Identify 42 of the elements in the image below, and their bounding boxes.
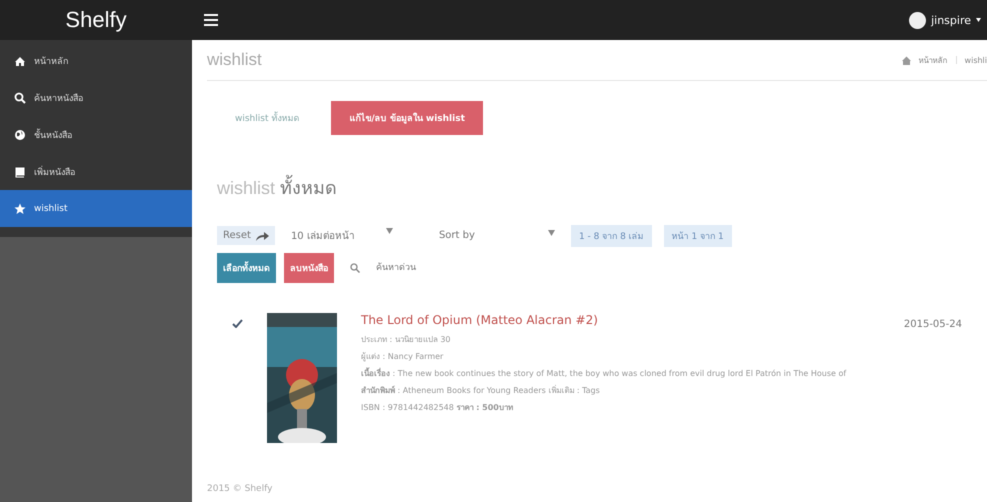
tab[interactable]: wishlist ทั้งหมด: [217, 101, 318, 135]
breadcrumb-link[interactable]: wishli: [964, 56, 987, 64]
sidebar-item[interactable]: ชั้นหนังสือ: [0, 116, 192, 153]
sort-dropdown[interactable]: Sort by: [408, 226, 559, 245]
book-detail: ประเภท : นวนิยายแปล 30: [361, 334, 452, 346]
date-text: 2015-05-24: [904, 319, 962, 330]
checkmark-icon[interactable]: [232, 319, 242, 328]
home-icon: [14, 54, 26, 66]
caret-icon: [548, 230, 555, 236]
section-heading: wishlist ทั้งหมด: [217, 173, 987, 202]
range-label: 1 - 8 จาก 8 เล่ม: [570, 224, 652, 246]
sidebar-item[interactable]: ค้นหาหนังสือ: [0, 79, 192, 116]
caret-icon: [386, 228, 393, 234]
home-icon: [902, 56, 911, 64]
page-label: หน้า 1 จาก 1: [664, 224, 732, 246]
brand-logo[interactable]: Shelfy: [0, 7, 192, 33]
sidebar-item[interactable]: wishlist: [0, 190, 192, 227]
user-menu[interactable]: jinspire: [903, 10, 987, 30]
share-arrow-icon: [254, 230, 269, 240]
delete-button[interactable]: ลบหนังสือ: [284, 253, 334, 283]
search-icon: [350, 263, 360, 273]
book-detail: ผู้แต่ง : Nancy Farmer: [361, 351, 444, 363]
star-icon: [14, 202, 26, 214]
page-title: wishlist: [207, 50, 262, 70]
sidebar-item[interactable]: หน้าหลัก: [0, 42, 192, 79]
search-icon: [14, 92, 26, 104]
book-detail: สำนักพิมพ์ : Atheneum Books for Young Readers เพิ่มเติม : Tags: [361, 384, 601, 397]
sidebar-item[interactable]: เพิ่มหนังสือ: [0, 153, 192, 190]
book-detail: เนื้อเรื่อง : The new book continues the story of Matt, the boy who was cloned from evil drug lord El Patrón in The House of: [361, 367, 848, 380]
breadcrumb-link[interactable]: หน้าหลัก: [918, 54, 948, 66]
caret-icon: [976, 18, 981, 22]
book-title-link[interactable]: The Lord of Opium (Matteo Alacran #2): [361, 313, 598, 327]
reset-button[interactable]: Reset: [217, 226, 275, 245]
footer-text: 2015 © Shelfy: [207, 484, 274, 494]
per-page-dropdown[interactable]: 10 เล่มต่อหน้า: [286, 224, 397, 247]
book-icon: [14, 166, 26, 178]
menu-icon[interactable]: [204, 14, 218, 26]
select-all-button[interactable]: เลือกทั้งหมด: [217, 253, 276, 283]
globe-icon: [14, 128, 26, 140]
avatar-icon: [909, 12, 926, 28]
tab[interactable]: แก้ไข/ลบ ข้อมูลใน wishlist: [331, 101, 483, 135]
book-detail: ISBN : 9781442482548 ราคา : 500บาท: [361, 402, 514, 414]
